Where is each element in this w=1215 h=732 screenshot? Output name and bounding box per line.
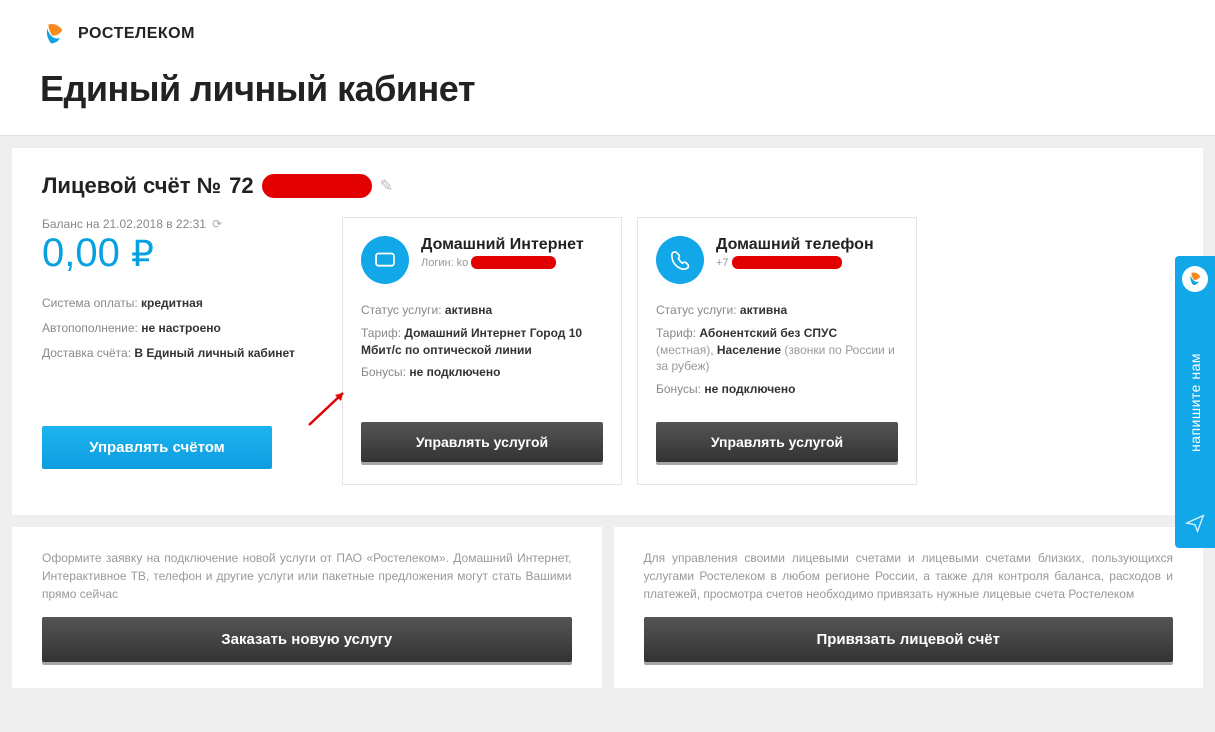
header: РОСТЕЛЕКОМ Единый личный кабинет (0, 0, 1215, 136)
service-login: Логин: ko (421, 256, 603, 269)
service-status: Статус услуги: активна (656, 302, 898, 319)
redacted-phone (732, 256, 842, 269)
service-card-internet: Домашний Интернет Логин: ko Статус услуг… (342, 217, 622, 485)
service-title: Домашний Интернет (421, 236, 603, 254)
account-number-prefix: 72 (229, 173, 253, 199)
manage-account-button[interactable]: Управлять счётом (42, 426, 272, 469)
page-title: Единый личный кабинет (40, 68, 1175, 110)
promo-order-service: Оформите заявку на подключение новой усл… (12, 527, 602, 688)
balance-date: Баланс на 21.02.2018 в 22:31 ⟳ (42, 217, 317, 231)
logo[interactable]: РОСТЕЛЕКОМ (40, 20, 1175, 48)
service-status: Статус услуги: активна (361, 302, 603, 319)
payment-system: Система оплаты: кредитная (42, 295, 317, 312)
page: РОСТЕЛЕКОМ Единый личный кабинет Лицевой… (0, 0, 1215, 688)
promo-text: Для управления своими лицевыми счетами и… (644, 549, 1174, 603)
link-account-button[interactable]: Привязать лицевой счёт (644, 617, 1174, 662)
account-label: Лицевой счёт № (42, 173, 221, 199)
refresh-icon[interactable]: ⟳ (212, 217, 222, 231)
feedback-tab[interactable]: напишите нам (1175, 256, 1215, 548)
manage-internet-button[interactable]: Управлять услугой (361, 422, 603, 462)
account-panel: Лицевой счёт № 72 ✎ Баланс на 21.02.2018… (12, 148, 1203, 515)
order-service-button[interactable]: Заказать новую услугу (42, 617, 572, 662)
rostelecom-logo-icon (40, 20, 68, 48)
redacted-account-number (262, 174, 372, 198)
autopay: Автопополнение: не настроено (42, 320, 317, 337)
service-tariff: Тариф: Абонентский без СПУС (местная), Н… (656, 325, 898, 375)
promo-row: Оформите заявку на подключение новой усл… (12, 527, 1203, 688)
promo-link-account: Для управления своими лицевыми счетами и… (614, 527, 1204, 688)
service-bonus: Бонусы: не подключено (656, 381, 898, 398)
internet-icon (361, 236, 409, 284)
redacted-login (471, 256, 556, 269)
service-title: Домашний телефон (716, 236, 898, 254)
feedback-logo-icon (1182, 266, 1208, 292)
balance-amount: 0,00 ₽ (42, 233, 317, 273)
service-bonus: Бонусы: не подключено (361, 364, 603, 381)
feedback-send-icon (1185, 513, 1205, 536)
account-number-row: Лицевой счёт № 72 ✎ (42, 173, 1173, 199)
manage-phone-button[interactable]: Управлять услугой (656, 422, 898, 462)
brand-name: РОСТЕЛЕКОМ (78, 25, 195, 43)
service-phone-number: +7 (716, 256, 898, 269)
service-tariff: Тариф: Домашний Интернет Город 10 Мбит/с… (361, 325, 603, 359)
edit-account-icon[interactable]: ✎ (380, 176, 393, 196)
promo-text: Оформите заявку на подключение новой усл… (42, 549, 572, 603)
balance-column: Баланс на 21.02.2018 в 22:31 ⟳ 0,00 ₽ Си… (42, 217, 327, 485)
bill-delivery: Доставка счёта: В Единый личный кабинет (42, 345, 317, 362)
phone-icon (656, 236, 704, 284)
feedback-label: напишите нам (1187, 353, 1203, 452)
service-card-phone: Домашний телефон +7 Статус услуги: актив… (637, 217, 917, 485)
